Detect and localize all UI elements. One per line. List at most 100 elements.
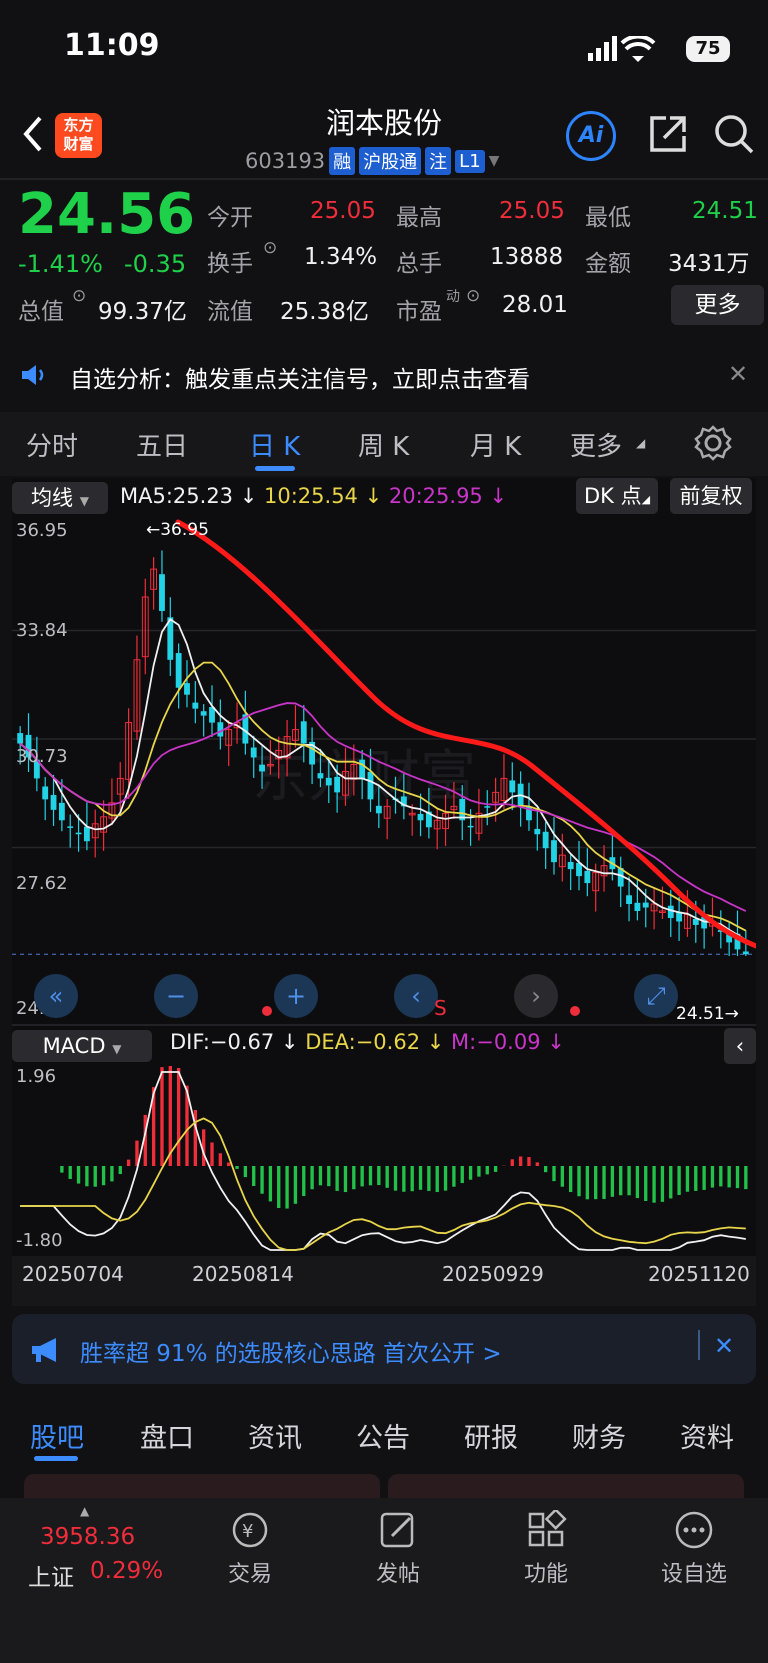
candle — [367, 771, 374, 800]
candle — [42, 786, 49, 800]
indicator-dropdown-label: 均线 — [31, 486, 74, 510]
candle — [317, 773, 324, 779]
tab-monthly-k[interactable]: 月 K — [470, 426, 521, 463]
pe-value: 28.01 — [502, 292, 568, 318]
turnover-value: 1.34% — [304, 244, 378, 270]
index-change[interactable]: 0.29% — [90, 1558, 163, 1584]
pe-superscript: 动 — [446, 289, 460, 305]
candle — [325, 777, 332, 786]
macd-dropdown[interactable]: MACD ▼ — [12, 1030, 152, 1062]
tab-forum[interactable]: 股吧 — [30, 1416, 84, 1455]
scroll-right-button[interactable]: › — [514, 974, 558, 1018]
tab-more[interactable]: 更多 — [570, 426, 622, 463]
max-price-marker: ←36.95 — [146, 520, 209, 540]
tab-profile[interactable]: 资料 — [680, 1416, 734, 1455]
function-label: 功能 — [523, 1562, 568, 1587]
candle — [375, 805, 382, 814]
date-label-2: 20250814 — [192, 1262, 294, 1286]
low-value: 24.51 — [692, 198, 758, 224]
post-button[interactable]: 发帖 — [368, 1510, 428, 1588]
adjust-button[interactable]: 前复权 — [670, 478, 752, 514]
candle — [742, 951, 749, 955]
indicator-dropdown[interactable]: 均线 ▼ — [12, 482, 108, 514]
close-icon[interactable]: ✕ — [714, 1332, 734, 1360]
tab-research[interactable]: 研报 — [464, 1416, 518, 1455]
candle — [159, 574, 165, 611]
sell-marker: S — [434, 996, 447, 1020]
chevron-up-icon: ▲ — [80, 1504, 90, 1518]
tab-intraday[interactable]: 分时 — [26, 426, 78, 463]
open-value: 25.05 — [310, 198, 376, 224]
notice-text[interactable]: 自选分析：触发重点关注信号，立即点击查看 — [70, 360, 530, 394]
more-button[interactable]: 更多 — [671, 285, 764, 325]
battery-indicator: 75 — [686, 36, 730, 62]
index-name[interactable]: 上证 — [28, 1558, 74, 1592]
tab-order-book[interactable]: 盘口 — [140, 1416, 194, 1455]
candle — [551, 840, 557, 863]
tab-news[interactable]: 资讯 — [248, 1416, 302, 1455]
candle — [192, 702, 199, 709]
chevron-down-icon: ▼ — [488, 153, 500, 169]
candle — [542, 831, 549, 849]
fullscreen-icon[interactable]: ⤢ — [634, 974, 678, 1018]
tab-weekly-k[interactable]: 周 K — [358, 426, 409, 463]
ma20-value: 20:25.95 — [388, 484, 483, 508]
close-icon[interactable]: ✕ — [728, 360, 748, 388]
ma5-value: MA5:25.23 — [120, 484, 234, 508]
volume-label: 总手 — [396, 251, 442, 277]
stock-code-row[interactable]: 603193 融 沪股通 注 L1 ▼ — [245, 146, 499, 176]
scroll-start-icon[interactable]: « — [34, 974, 78, 1018]
tab-announcements[interactable]: 公告 — [356, 1416, 410, 1455]
candle — [58, 802, 65, 821]
info-icon[interactable]: ⊙ — [466, 286, 480, 306]
candle — [50, 795, 57, 810]
open-label: 今开 — [207, 205, 253, 231]
candle — [67, 826, 74, 828]
candle — [484, 806, 491, 808]
ai-button[interactable]: Ai — [566, 111, 616, 161]
settings-gear-icon[interactable] — [694, 424, 732, 462]
index-value[interactable]: 3958.36 — [40, 1524, 135, 1550]
y-label-4: 27.62 — [16, 873, 68, 894]
speaker-icon — [22, 365, 44, 385]
market-cap-label: 总值 — [18, 299, 64, 325]
trade-button[interactable]: ¥ 交易 — [220, 1510, 280, 1588]
add-watchlist-button[interactable]: 设自选 — [656, 1510, 732, 1588]
zoom-out-button[interactable]: − — [154, 974, 198, 1018]
candle — [83, 826, 90, 842]
function-button[interactable]: 功能 — [516, 1508, 576, 1588]
promo-text[interactable]: 胜率超 91% 的选股核心思路 首次公开 > — [80, 1334, 502, 1368]
date-label-1: 20250704 — [22, 1262, 124, 1286]
search-icon[interactable] — [712, 112, 756, 156]
down-arrow-icon: ↓ — [357, 484, 389, 508]
tab-daily-k[interactable]: 日 K — [249, 426, 300, 463]
candle — [417, 814, 424, 821]
dk-button[interactable]: DK 点◢ — [576, 478, 658, 514]
tag-connect: 沪股通 — [359, 147, 422, 175]
kline-chart[interactable]: 东方财富 — [12, 516, 756, 1024]
dif-value: DIF:−0.67 — [170, 1030, 275, 1054]
share-icon[interactable] — [646, 112, 690, 156]
macd-chart[interactable] — [12, 1066, 756, 1256]
trade-icon: ¥ — [232, 1512, 268, 1548]
candle — [584, 870, 591, 884]
m-value: M:−0.09 — [451, 1030, 541, 1054]
info-icon[interactable]: ⊙ — [263, 238, 277, 258]
scroll-left-button[interactable]: ‹ — [394, 974, 438, 1018]
tab-finance[interactable]: 财务 — [572, 1416, 626, 1455]
date-label-3: 20250929 — [442, 1262, 544, 1286]
macd-dropdown-label: MACD — [42, 1034, 106, 1058]
zoom-in-button[interactable]: + — [274, 974, 318, 1018]
candle — [200, 711, 207, 716]
signal-wifi-icons — [588, 36, 656, 62]
collapse-arrow-icon[interactable]: ‹ — [724, 1028, 756, 1064]
grid-icon — [528, 1508, 567, 1547]
post-label: 发帖 — [375, 1562, 420, 1587]
volume-value: 13888 — [490, 244, 564, 270]
dk-button-label: DK 点 — [583, 484, 642, 508]
edit-icon — [380, 1512, 414, 1548]
tab-five-day[interactable]: 五日 — [136, 426, 188, 463]
svg-text:¥: ¥ — [242, 1521, 253, 1542]
info-icon[interactable]: ⊙ — [72, 286, 86, 306]
y-label-2: 33.84 — [16, 620, 68, 641]
